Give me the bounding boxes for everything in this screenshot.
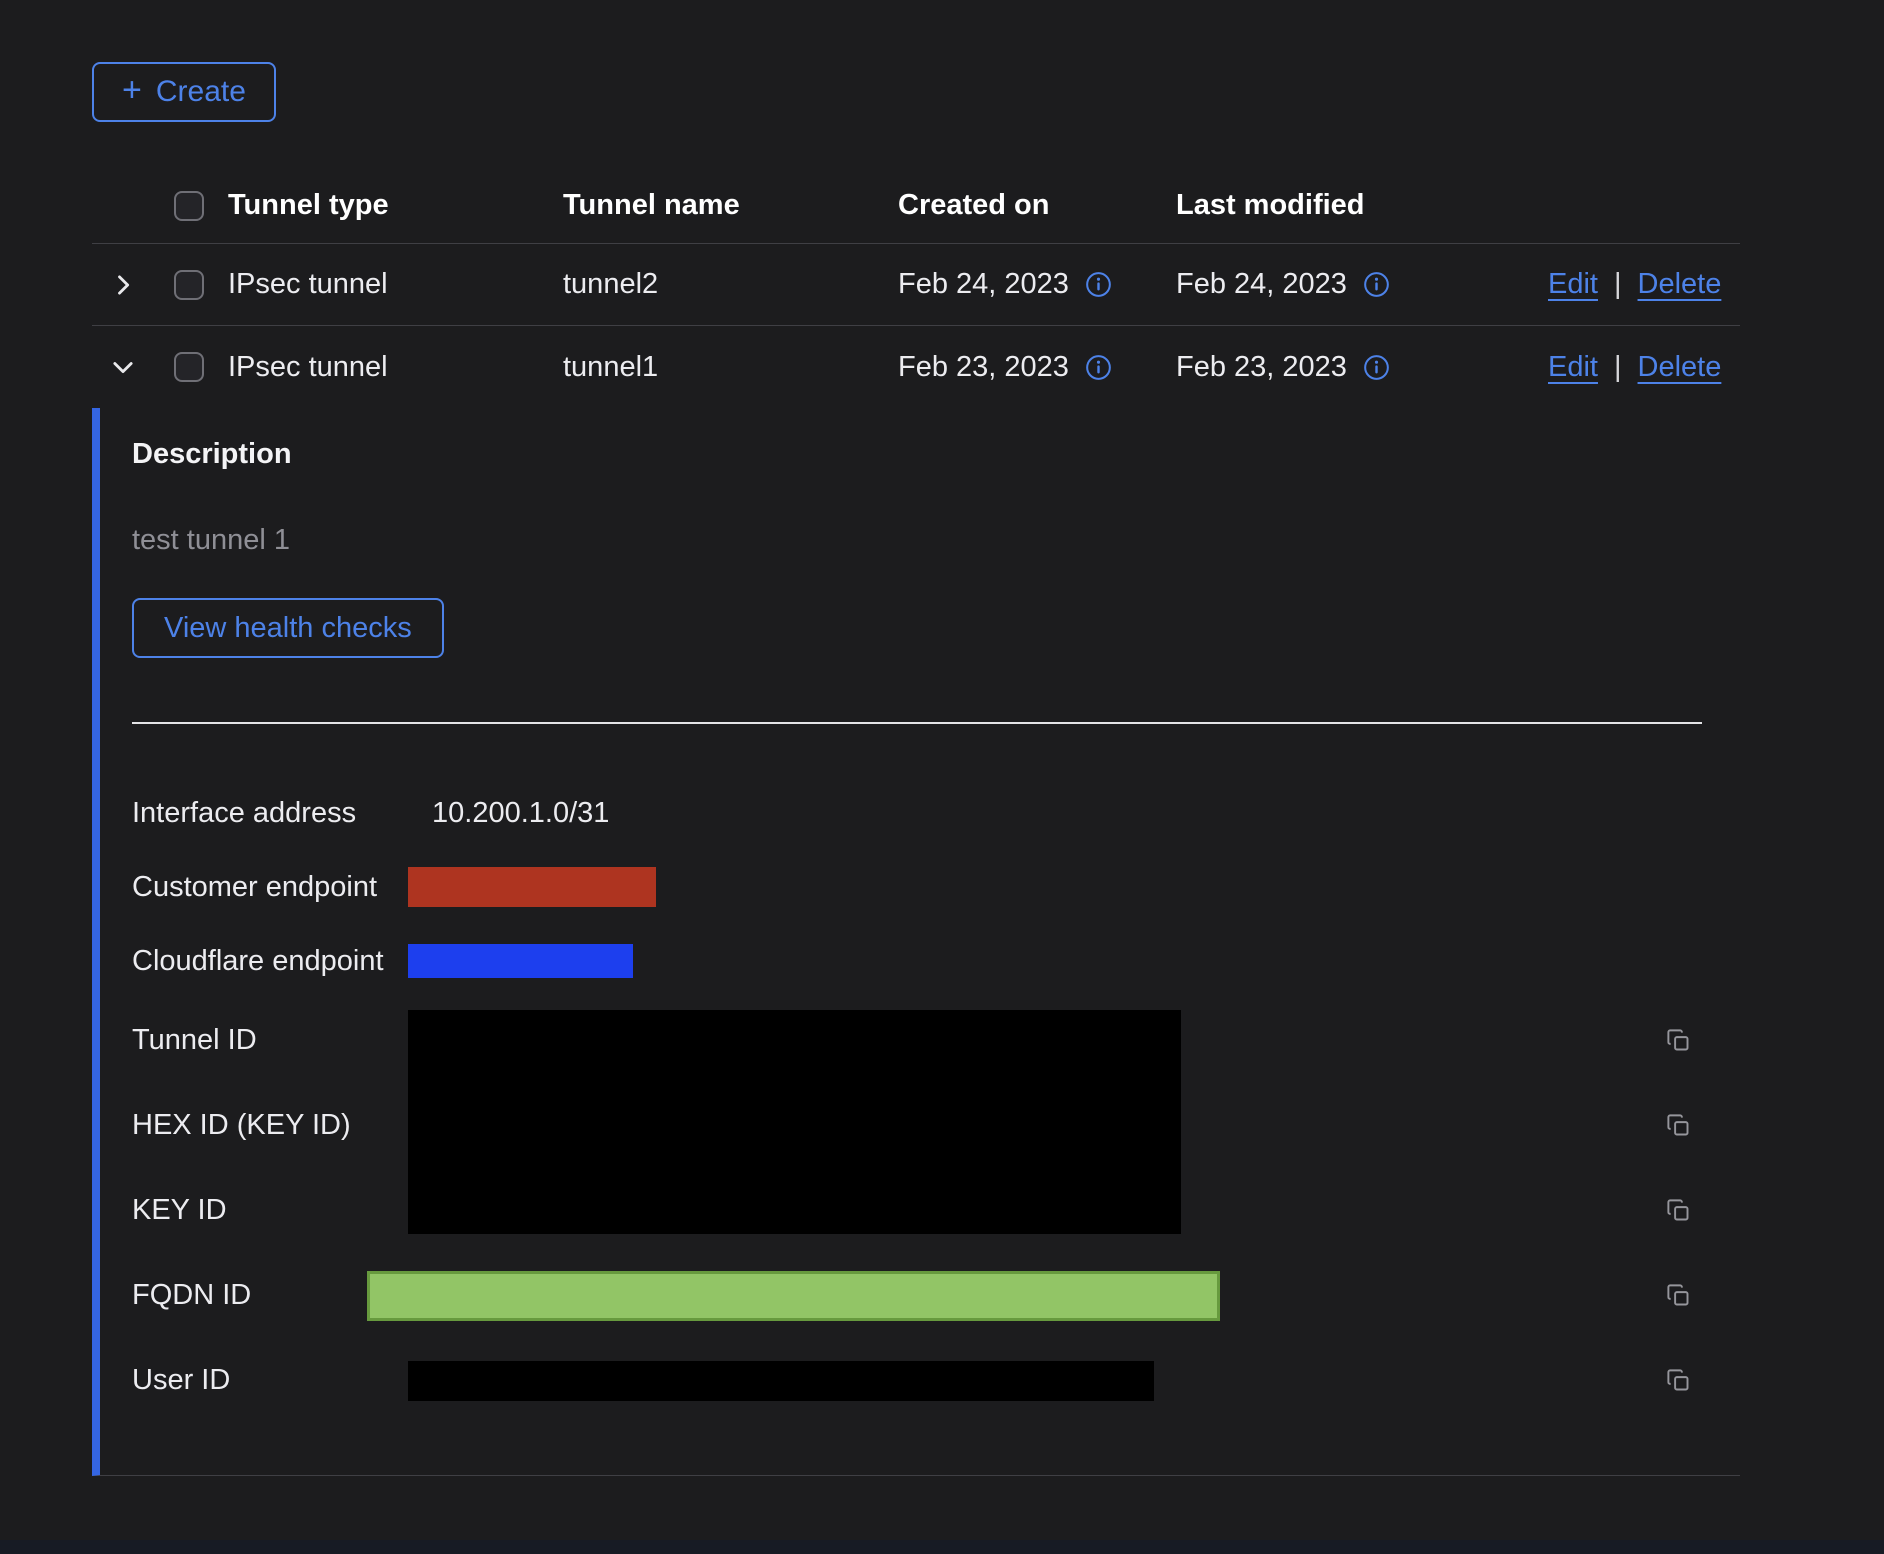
copy-icon-tunnel-id[interactable] <box>1665 1027 1692 1054</box>
tunnel-details-panel: Description test tunnel 1 View health ch… <box>92 408 1740 1476</box>
select-all-checkbox[interactable] <box>174 191 204 221</box>
create-button-label: Create <box>156 75 246 109</box>
table-row-tunnel1: IPsec tunnel tunnel1 Feb 23, 2023 Feb 23… <box>92 326 1740 408</box>
row-checkbox-tunnel1[interactable] <box>174 352 204 382</box>
row-checkbox-tunnel2[interactable] <box>174 270 204 300</box>
info-icon[interactable] <box>1363 271 1390 298</box>
tunnel-name-value: tunnel1 <box>559 351 894 384</box>
tunnel-fields: Interface address 10.200.1.0/31 Customer… <box>132 776 1740 1423</box>
tunnel-type-value: IPsec tunnel <box>224 268 559 301</box>
field-label-user-id: User ID <box>132 1364 408 1397</box>
column-header-tunnel-type: Tunnel type <box>224 189 559 222</box>
field-label-customer-endpoint: Customer endpoint <box>132 871 408 904</box>
tunnel-type-value: IPsec tunnel <box>224 351 559 384</box>
last-modified-value: Feb 24, 2023 <box>1176 268 1347 301</box>
description-value: test tunnel 1 <box>132 520 1740 560</box>
delete-link[interactable]: Delete <box>1638 351 1722 384</box>
redaction-user-id <box>408 1361 1154 1401</box>
field-label-cloudflare-endpoint: Cloudflare endpoint <box>132 945 408 978</box>
actions-separator: | <box>1614 351 1622 384</box>
field-row-interface-address: Interface address 10.200.1.0/31 <box>132 776 1740 850</box>
delete-link[interactable]: Delete <box>1638 268 1722 301</box>
column-header-created-on: Created on <box>894 189 1172 222</box>
info-icon[interactable] <box>1085 354 1112 381</box>
bottom-strip <box>0 1540 1884 1554</box>
redaction-ids-block <box>408 1010 1181 1234</box>
info-icon[interactable] <box>1085 271 1112 298</box>
created-on-value: Feb 23, 2023 <box>898 351 1069 384</box>
redaction-customer-endpoint <box>408 867 656 907</box>
field-label-interface-address: Interface address <box>132 797 408 830</box>
interface-address-value: 10.200.1.0/31 <box>408 797 1740 830</box>
actions-separator: | <box>1614 268 1622 301</box>
field-row-fqdn-id: FQDN ID <box>132 1253 1740 1338</box>
edit-link[interactable]: Edit <box>1548 351 1598 384</box>
redaction-cloudflare-endpoint <box>408 944 633 978</box>
copy-icon-hex-id[interactable] <box>1665 1112 1692 1139</box>
edit-link[interactable]: Edit <box>1548 268 1598 301</box>
redaction-fqdn-id <box>367 1271 1220 1321</box>
field-row-user-id: User ID <box>132 1338 1740 1423</box>
field-label-hex-id: HEX ID (KEY ID) <box>132 1083 408 1168</box>
chevron-down-icon[interactable] <box>109 353 137 381</box>
copy-icon-fqdn-id[interactable] <box>1665 1282 1692 1309</box>
section-divider <box>132 722 1702 724</box>
view-health-checks-button[interactable]: View health checks <box>132 598 444 658</box>
tunnel-name-value: tunnel2 <box>559 268 894 301</box>
field-row-cloudflare-endpoint: Cloudflare endpoint <box>132 924 1740 998</box>
field-row-customer-endpoint: Customer endpoint <box>132 850 1740 924</box>
created-on-value: Feb 24, 2023 <box>898 268 1069 301</box>
ipsec-tunnels-page: + Create Tunnel type Tunnel name Created… <box>0 0 1740 1476</box>
table-row-tunnel2: IPsec tunnel tunnel2 Feb 24, 2023 Feb 24… <box>92 244 1740 326</box>
chevron-right-icon[interactable] <box>109 271 137 299</box>
copy-icon-user-id[interactable] <box>1665 1367 1692 1394</box>
last-modified-value: Feb 23, 2023 <box>1176 351 1347 384</box>
description-heading: Description <box>132 434 1740 474</box>
field-group-ids: Tunnel ID HEX ID (KEY ID) KEY ID <box>132 998 1740 1253</box>
column-header-tunnel-name: Tunnel name <box>559 189 894 222</box>
plus-icon: + <box>122 73 142 107</box>
column-header-last-modified: Last modified <box>1172 189 1544 222</box>
create-button[interactable]: + Create <box>92 62 276 122</box>
copy-icon-key-id[interactable] <box>1665 1197 1692 1224</box>
field-label-tunnel-id: Tunnel ID <box>132 998 408 1083</box>
info-icon[interactable] <box>1363 354 1390 381</box>
field-label-key-id: KEY ID <box>132 1168 408 1253</box>
tunnels-table: Tunnel type Tunnel name Created on Last … <box>92 168 1740 1476</box>
table-header-row: Tunnel type Tunnel name Created on Last … <box>92 168 1740 244</box>
